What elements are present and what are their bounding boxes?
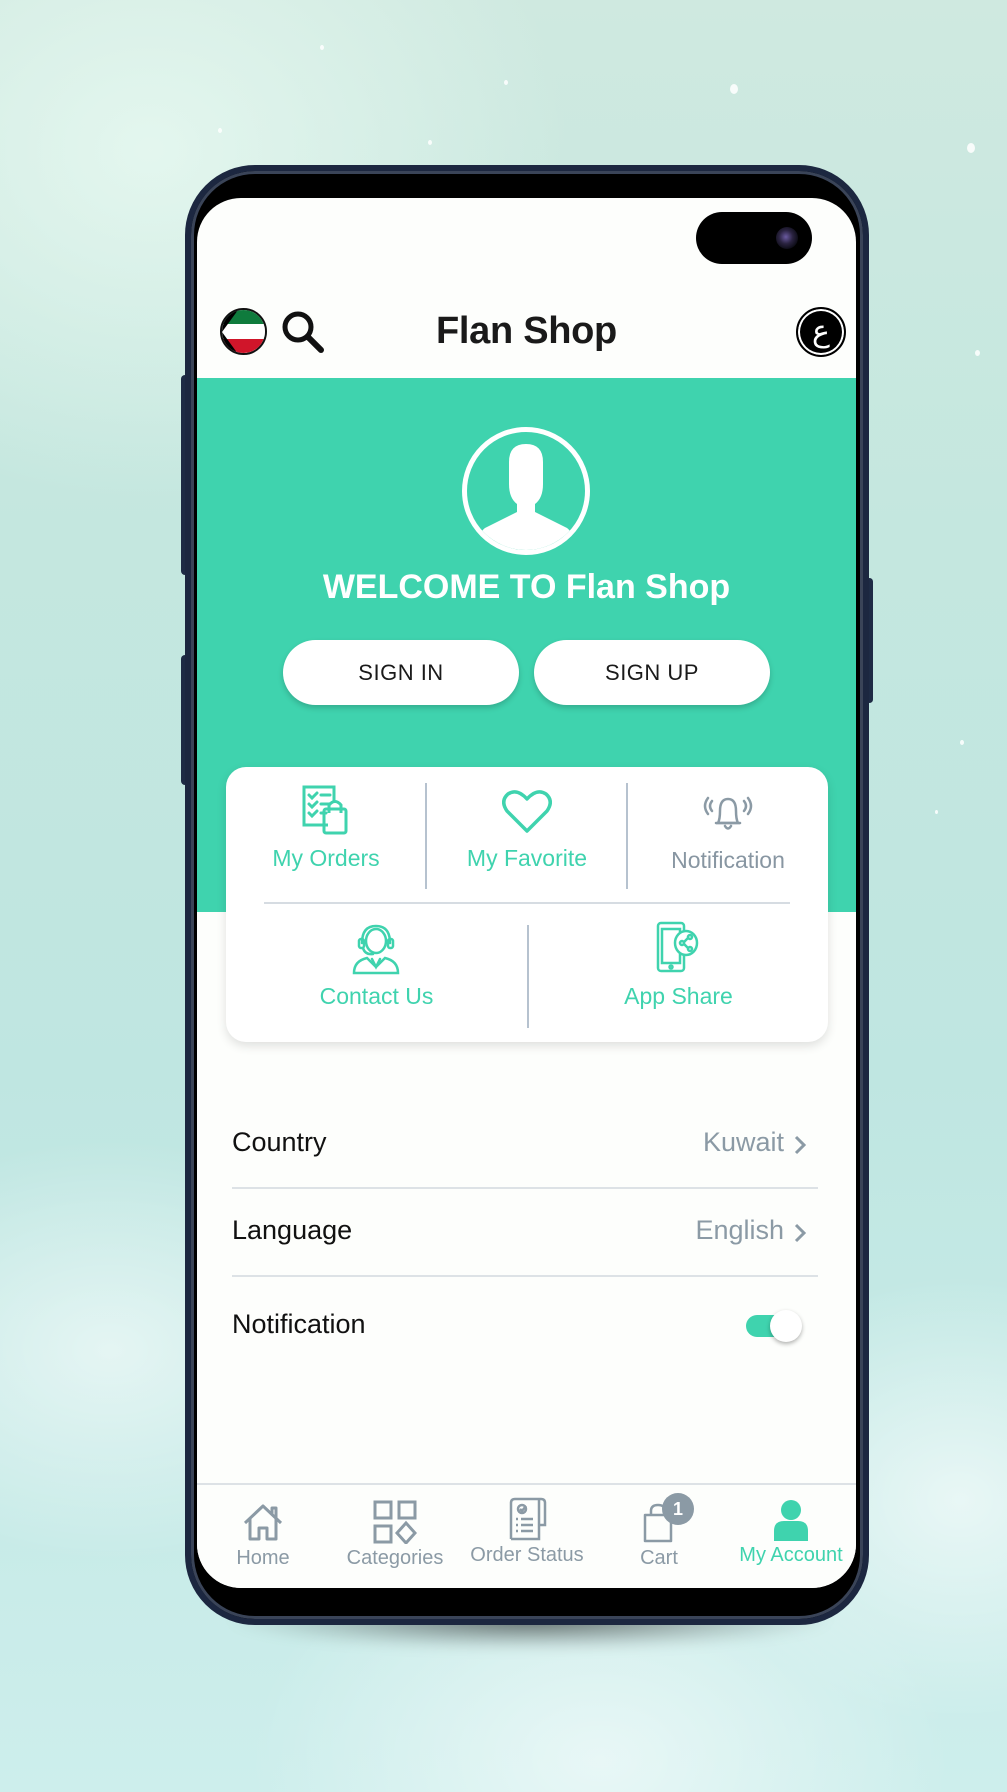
sparkle-decoration <box>320 45 324 50</box>
cart-count-badge: 1 <box>662 1493 694 1525</box>
sparkle-decoration <box>730 84 738 94</box>
toggle-knob <box>770 1310 802 1342</box>
order-receipt-icon <box>509 1497 547 1541</box>
nav-my-account-label: My Account <box>739 1544 843 1566</box>
sparkle-decoration <box>967 143 975 153</box>
avatar <box>462 427 590 555</box>
app-screen: Flan Shop ع WELCOME TO Flan Shop SIGN IN… <box>197 198 856 1588</box>
notification-setting-label: Notification <box>232 1309 366 1339</box>
nav-cart-label: Cart <box>640 1547 678 1569</box>
phone-share-icon <box>656 921 699 973</box>
divider <box>264 902 790 904</box>
nav-categories-label: Categories <box>346 1547 444 1569</box>
sparkle-decoration <box>975 350 980 356</box>
notification-label: Notification <box>671 847 785 873</box>
my-orders-tile[interactable]: My Orders <box>226 767 426 897</box>
chevron-right-icon <box>794 1223 807 1243</box>
app-header: Flan Shop ع <box>197 290 856 378</box>
nav-categories[interactable]: Categories <box>329 1485 461 1588</box>
account-person-icon <box>774 1500 808 1541</box>
contact-us-label: Contact Us <box>319 983 434 1009</box>
contact-us-tile[interactable]: Contact Us <box>226 905 527 1042</box>
my-favorite-tile[interactable]: My Favorite <box>426 767 628 897</box>
nav-home-label: Home <box>236 1547 290 1569</box>
page-title: Flan Shop <box>436 310 617 352</box>
country-value: Kuwait <box>702 1127 784 1157</box>
ringing-bell-icon <box>703 796 753 830</box>
settings-row-notification: Notification <box>232 1283 818 1371</box>
language-toggle-button[interactable]: ع <box>796 307 846 357</box>
support-agent-headset-icon <box>352 924 400 975</box>
chevron-right-icon <box>794 1135 807 1155</box>
divider <box>232 1275 818 1277</box>
bottom-nav: Home Categories Order Status 1 Cart My A… <box>197 1483 856 1588</box>
sparkle-decoration <box>935 810 938 814</box>
categories-grid-icon <box>373 1500 417 1544</box>
nav-order-status[interactable]: Order Status <box>461 1485 593 1588</box>
notification-tile[interactable]: Notification <box>628 767 828 897</box>
nav-cart[interactable]: 1 Cart <box>593 1485 725 1588</box>
orders-checklist-bag-icon <box>302 785 348 835</box>
app-share-label: App Share <box>624 983 733 1009</box>
welcome-heading: WELCOME TO Flan Shop <box>322 568 731 606</box>
sign-up-button[interactable]: SIGN UP <box>534 640 770 705</box>
my-orders-label: My Orders <box>272 845 380 871</box>
language-value: English <box>695 1215 784 1245</box>
app-share-tile[interactable]: App Share <box>529 905 828 1042</box>
my-favorite-label: My Favorite <box>466 845 588 871</box>
sparkle-decoration <box>428 140 432 145</box>
settings-row-country[interactable]: Country Kuwait <box>232 1101 818 1189</box>
sparkle-decoration <box>960 740 964 745</box>
notification-toggle[interactable] <box>746 1310 802 1342</box>
home-icon <box>243 1504 283 1541</box>
nav-my-account[interactable]: My Account <box>725 1485 856 1588</box>
nav-home[interactable]: Home <box>197 1485 329 1588</box>
country-label: Country <box>232 1127 327 1157</box>
sparkle-decoration <box>218 128 222 133</box>
quick-actions-card: My Orders My Favorite Notification Conta… <box>226 767 828 1042</box>
sparkle-decoration <box>504 80 508 85</box>
camera-cutout <box>696 212 812 264</box>
settings-row-language[interactable]: Language English <box>232 1189 818 1277</box>
heart-icon <box>502 790 552 833</box>
nav-order-status-label: Order Status <box>470 1544 584 1566</box>
user-silhouette-icon <box>475 444 577 550</box>
sign-in-button[interactable]: SIGN IN <box>283 640 519 705</box>
language-label: Language <box>232 1215 353 1245</box>
camera-lens <box>776 227 798 249</box>
